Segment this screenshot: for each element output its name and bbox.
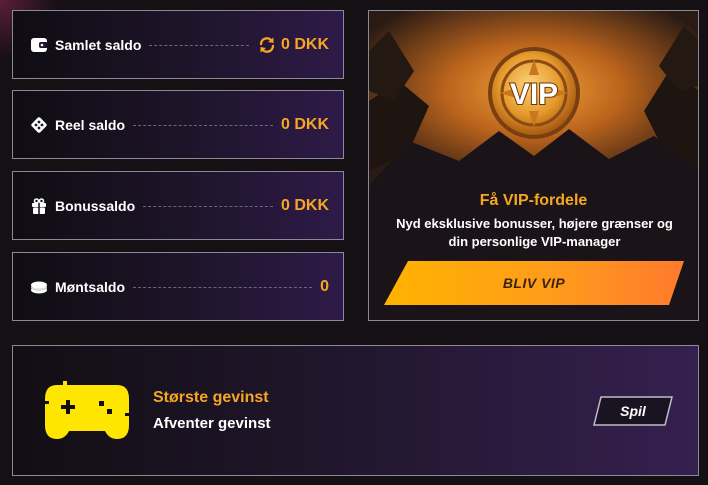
vip-panel: VIP Få VIP-fordele Nyd eksklusive bonuss… — [368, 10, 699, 321]
dotted-leader — [133, 287, 313, 288]
gamepad-icon — [43, 381, 131, 439]
wallet-icon — [29, 35, 49, 55]
play-button-label: Spil — [620, 403, 646, 419]
balance-card-real: Reel saldo 0 DKK — [12, 90, 344, 159]
vip-description: Nyd eksklusive bonusser, højere grænser … — [396, 216, 673, 249]
balance-amount: 0 DKK — [280, 115, 329, 133]
balance-label: Møntsaldo — [55, 278, 125, 295]
vip-title: Få VIP-fordele — [479, 192, 588, 209]
vip-illustration: VIP — [369, 11, 698, 186]
play-button[interactable]: Spil — [593, 396, 673, 426]
balance-amount: 0 — [320, 277, 329, 295]
balance-card-bonus: Bonussaldo 0 DKK — [12, 171, 344, 240]
biggest-win-status: Afventer gevinst — [153, 415, 271, 432]
balance-label: Bonussaldo — [55, 197, 136, 214]
balance-label: Reel saldo — [55, 116, 126, 133]
balance-value: 0 DKK — [257, 35, 329, 55]
dotted-leader — [149, 45, 249, 46]
biggest-win-title: Største gevinst — [153, 389, 269, 406]
balance-label: Samlet saldo — [55, 36, 142, 53]
vip-badge-text: VIP — [510, 78, 558, 111]
dice-icon — [29, 115, 49, 135]
balance-amount: 0 DKK — [280, 196, 329, 214]
biggest-win-panel: Største gevinst Afventer gevinst Spil — [12, 345, 699, 476]
dotted-leader — [133, 125, 273, 126]
balance-amount: 0 DKK — [280, 35, 329, 53]
balance-card-coins: Møntsaldo 0 — [12, 252, 344, 321]
become-vip-button[interactable]: BLIV VIP — [384, 261, 684, 305]
coins-icon — [29, 277, 49, 297]
dotted-leader — [143, 206, 273, 207]
balance-card-total: Samlet saldo 0 DKK — [12, 10, 344, 79]
refresh-icon[interactable] — [257, 35, 277, 55]
gift-icon — [29, 196, 49, 216]
